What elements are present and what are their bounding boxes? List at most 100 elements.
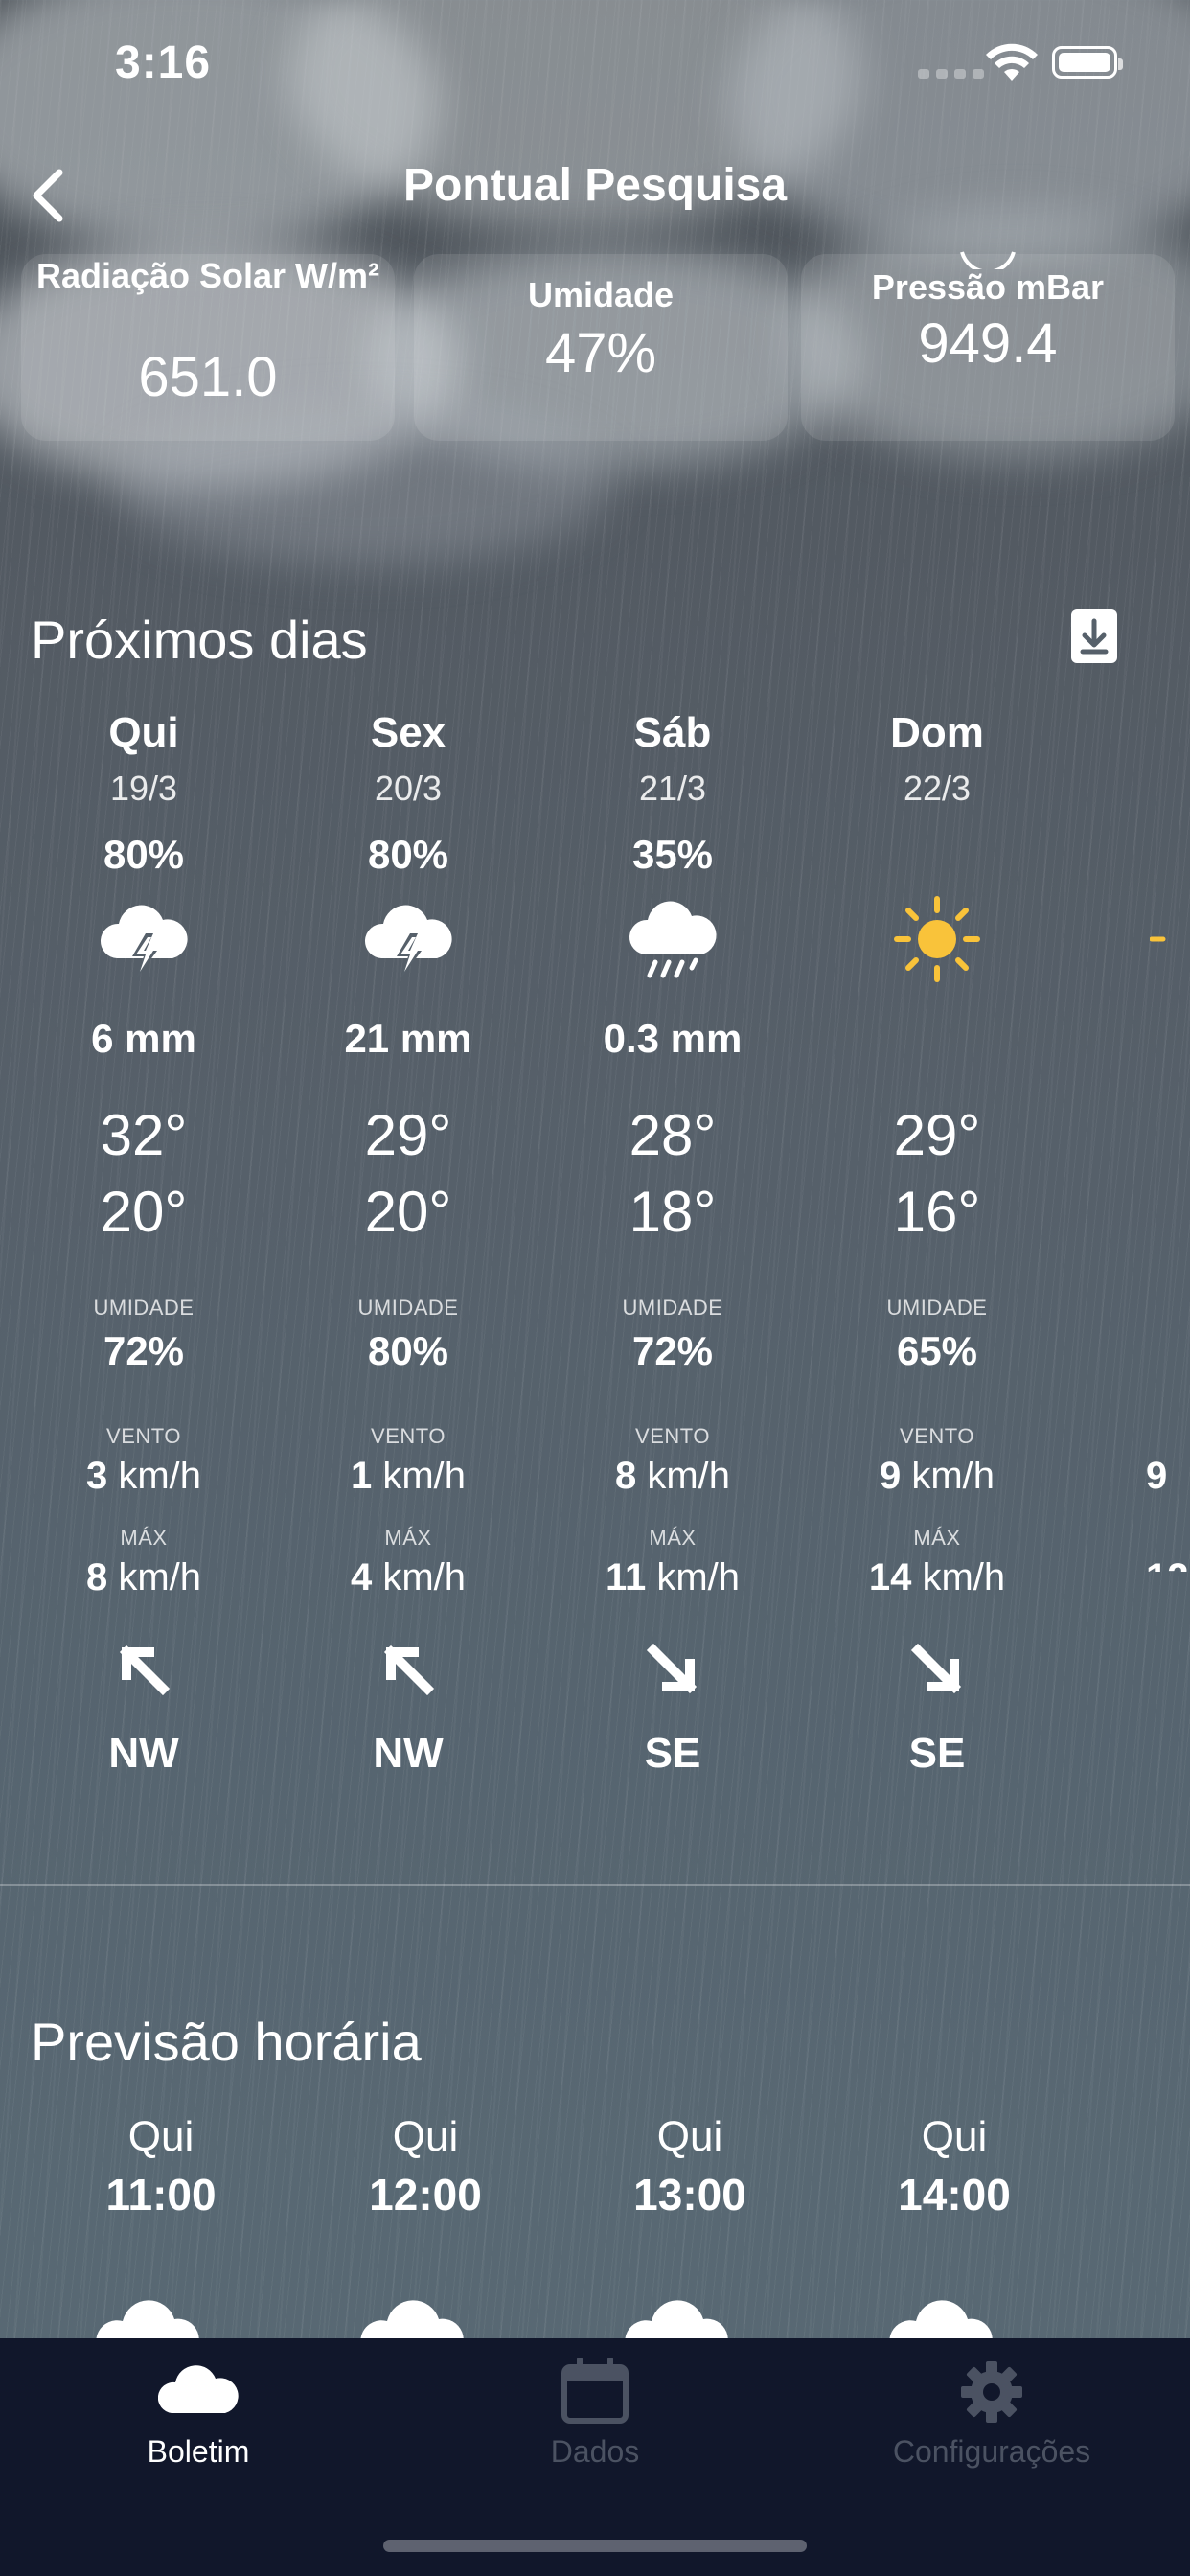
wind-label: VENTO	[900, 1424, 974, 1448]
day-name: Sáb	[633, 709, 712, 756]
humidity-label: UMIDADE	[622, 1296, 723, 1320]
wind-gust-value: 12	[1146, 1556, 1189, 1572]
wind-gust: 11 km/h	[540, 1556, 805, 1599]
rain-cloud-icon	[629, 901, 717, 978]
day-date: 21/3	[638, 769, 707, 808]
rain-amount: 6 mm	[91, 1016, 196, 1061]
max-label: MÁX	[120, 1526, 168, 1550]
rain-amount: 21 mm	[344, 1016, 472, 1061]
page-title: Pontual Pesquisa	[402, 160, 788, 211]
metric-label: Radiação Solar W/m²	[35, 256, 380, 295]
arrow-northwest-icon	[119, 1644, 171, 1696]
day-column-partial: 9 12	[1146, 709, 1190, 1572]
arrow-northwest-icon	[383, 1644, 435, 1696]
metric-card-humidity: Umidade 47%	[414, 254, 788, 441]
wind-gust-value: 14	[868, 1556, 912, 1598]
hour-time: 12:00	[369, 2170, 482, 2220]
hour-day: Qui	[921, 2113, 988, 2160]
home-indicator[interactable]	[383, 2540, 807, 2552]
wind-unit: km/h	[922, 1556, 1006, 1598]
hour-time: 11:00	[105, 2170, 217, 2220]
wind-speed: 1 km/h	[276, 1455, 540, 1498]
thunderstorm-icon	[364, 905, 452, 979]
hour-day: Qui	[392, 2113, 459, 2160]
humidity-label: UMIDADE	[357, 1296, 459, 1320]
wind-unit: km/h	[118, 1455, 202, 1497]
day-name: Qui	[108, 709, 179, 756]
wind-unit: km/h	[647, 1455, 731, 1497]
wind-direction: NW	[373, 1730, 444, 1777]
hour-day: Qui	[656, 2113, 723, 2160]
wind-unit: km/h	[118, 1556, 202, 1598]
rain-probability: 80%	[103, 832, 185, 877]
wind-unit: km/h	[382, 1556, 467, 1598]
section-divider	[0, 1884, 1190, 1886]
wind-unit: km/h	[911, 1455, 995, 1497]
wind-speed-value: 9	[1146, 1455, 1168, 1497]
status-time: 3:16	[115, 37, 212, 88]
cloud-icon	[158, 2365, 239, 2413]
humidity-value: 65%	[896, 1328, 978, 1373]
max-temperature: 32°	[100, 1103, 188, 1167]
rain-amount: 0.3 mm	[603, 1016, 743, 1061]
wind-speed: 3 km/h	[11, 1455, 276, 1498]
hour-time: 13:00	[633, 2170, 746, 2220]
download-icon[interactable]	[1071, 610, 1117, 663]
wind-direction: SE	[644, 1730, 701, 1777]
wind-speed-value: 8	[614, 1455, 637, 1497]
status-bar: 3:16	[0, 0, 1190, 134]
wind-label: VENTO	[106, 1424, 181, 1448]
wind-speed-value: 9	[879, 1455, 902, 1497]
day-date: 19/3	[109, 769, 178, 808]
calendar-icon	[561, 2358, 629, 2424]
max-label: MÁX	[384, 1526, 432, 1550]
wind-gust: 4 km/h	[276, 1556, 540, 1599]
tab-boletim[interactable]: Boletim	[0, 2338, 397, 2501]
wind-gust-value: 8	[85, 1556, 108, 1598]
day-date: 20/3	[374, 769, 443, 808]
metric-label: Pressão mBar	[871, 267, 1105, 307]
rain-probability: 80%	[367, 832, 449, 877]
cellular-signal-icon	[918, 69, 984, 79]
day-date: 22/3	[903, 769, 972, 808]
day-name: Dom	[890, 709, 984, 756]
wind-label: VENTO	[371, 1424, 446, 1448]
wind-gust-value: 11	[605, 1556, 647, 1598]
max-temperature: 29°	[893, 1103, 981, 1167]
humidity-label: UMIDADE	[93, 1296, 195, 1320]
wind-speed: 8 km/h	[540, 1455, 805, 1498]
tab-label: Boletim	[147, 2434, 250, 2469]
max-label: MÁX	[913, 1526, 961, 1550]
day-name: Sex	[370, 709, 446, 756]
metric-label: Umidade	[527, 275, 675, 314]
section-title-next-days: Próximos dias	[31, 610, 368, 670]
metric-card-pressure: Pressão mBar 949.4	[801, 251, 1175, 441]
rain-probability: 35%	[631, 832, 714, 877]
arrow-southeast-icon	[646, 1643, 698, 1694]
sun-icon	[1150, 936, 1166, 942]
hour-day: Qui	[127, 2113, 195, 2160]
wind-label: VENTO	[635, 1424, 710, 1448]
navigation-bar: Pontual Pesquisa	[0, 144, 1190, 240]
humidity-value: 72%	[631, 1328, 714, 1373]
hour-time: 14:00	[898, 2170, 1011, 2220]
tab-configuracoes[interactable]: Configurações	[793, 2338, 1190, 2501]
sun-icon	[894, 896, 980, 982]
min-temperature: 20°	[100, 1180, 188, 1244]
humidity-value: 72%	[103, 1328, 185, 1373]
min-temperature: 16°	[893, 1180, 981, 1244]
metric-value: 949.4	[918, 312, 1058, 375]
tab-label: Configurações	[892, 2434, 1091, 2469]
gear-icon	[961, 2361, 1022, 2423]
max-temperature: 29°	[364, 1103, 452, 1167]
wind-speed-value: 3	[85, 1455, 108, 1497]
wifi-icon	[986, 43, 1038, 80]
humidity-value: 80%	[367, 1328, 449, 1373]
thunderstorm-icon	[100, 905, 188, 979]
wind-gust: 14 km/h	[805, 1556, 1069, 1599]
tab-dados[interactable]: Dados	[397, 2338, 793, 2501]
max-temperature: 28°	[629, 1103, 717, 1167]
battery-icon	[1052, 46, 1123, 79]
wind-direction: SE	[908, 1730, 966, 1777]
metric-value: 47%	[544, 322, 657, 384]
